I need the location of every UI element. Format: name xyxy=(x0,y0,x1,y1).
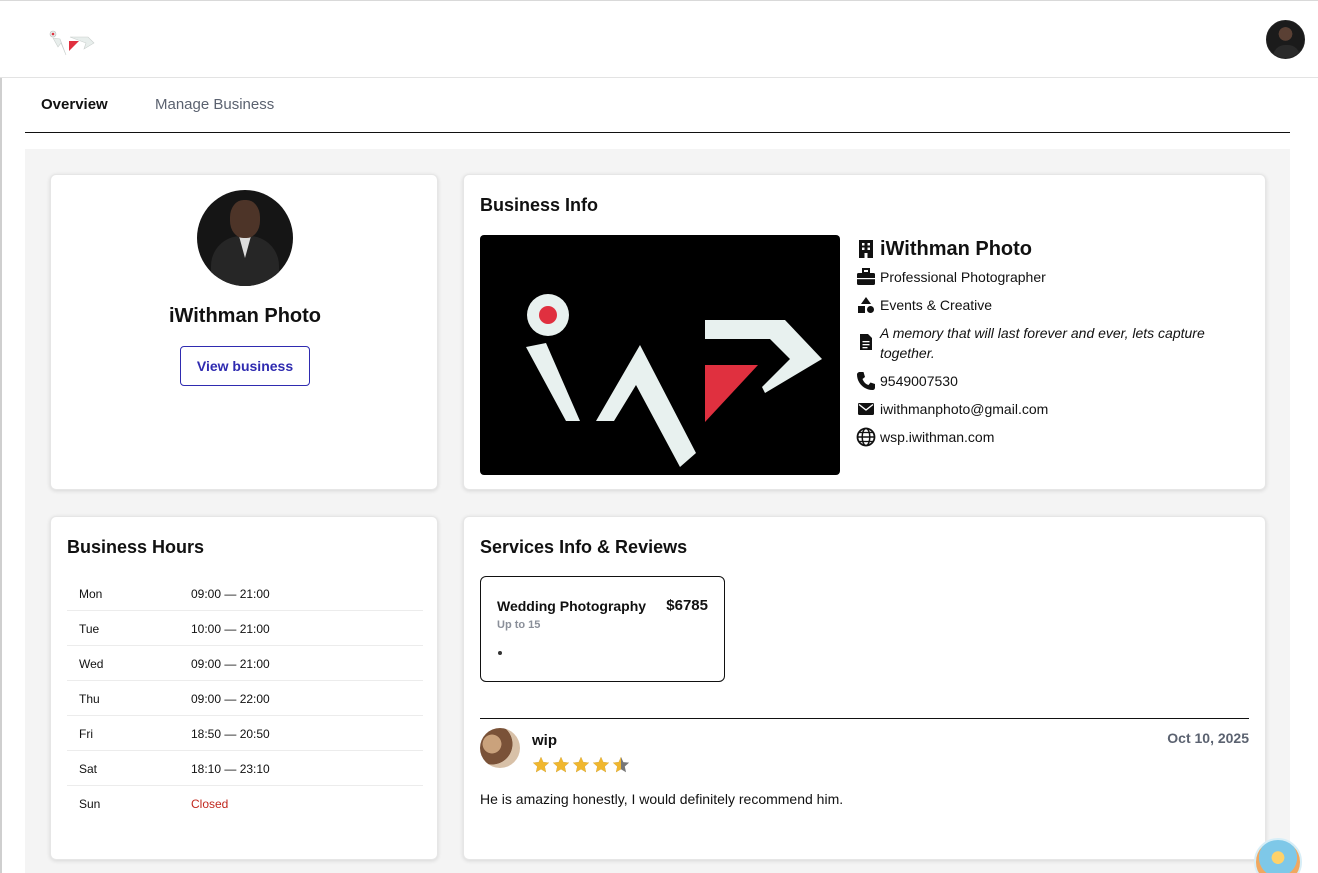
briefcase-icon xyxy=(856,267,876,287)
hours-day: Fri xyxy=(79,727,93,741)
business-subcategory-row: Events & Creative xyxy=(856,295,1251,315)
hours-time: 09:00 — 21:00 xyxy=(191,657,270,671)
business-email-row: iwithmanphoto@gmail.com xyxy=(856,399,1251,419)
profile-business-name: iWithman Photo xyxy=(168,305,322,327)
hours-row: Thu 09:00 — 22:00 xyxy=(67,681,423,716)
review-text: He is amazing honestly, I would definite… xyxy=(480,791,844,807)
services-heading: Services Info & Reviews xyxy=(480,537,688,557)
star-icon xyxy=(552,756,570,773)
business-description: A memory that will last forever and ever… xyxy=(880,325,1205,361)
review-rating xyxy=(532,756,632,774)
profile-card: iWithman Photo View business xyxy=(50,174,438,490)
user-avatar-icon[interactable] xyxy=(1266,20,1305,59)
star-icon xyxy=(592,756,610,773)
shapes-icon xyxy=(856,295,876,315)
view-business-button[interactable]: View business xyxy=(180,346,310,386)
tab-manage-business[interactable]: Manage Business xyxy=(155,96,274,113)
business-details: iWithman Photo Professional Photographer… xyxy=(856,235,1251,455)
hours-time: 18:50 — 20:50 xyxy=(191,727,270,741)
floating-assistant-button[interactable] xyxy=(1254,838,1302,873)
globe-icon xyxy=(856,427,876,447)
hours-time: 09:00 — 21:00 xyxy=(191,587,270,601)
business-email[interactable]: iwithmanphoto@gmail.com xyxy=(880,399,1048,419)
business-description-row: A memory that will last forever and ever… xyxy=(856,323,1251,363)
business-category-row: Professional Photographer xyxy=(856,267,1251,287)
business-phone-row: 9549007530 xyxy=(856,371,1251,391)
service-bullet xyxy=(498,651,502,655)
hours-day: Mon xyxy=(79,587,103,601)
business-profile-photo xyxy=(197,190,293,286)
business-hours-heading: Business Hours xyxy=(67,537,205,557)
service-card[interactable]: Wedding Photography $6785 Up to 15 xyxy=(480,576,725,682)
business-logo-image xyxy=(480,235,840,475)
hours-row: Tue 10:00 — 21:00 xyxy=(67,611,423,646)
hours-row: Sun Closed xyxy=(67,786,423,821)
iwp-logo-icon[interactable] xyxy=(46,27,98,59)
hours-row: Mon 09:00 — 21:00 xyxy=(67,576,423,611)
business-website[interactable]: wsp.iwithman.com xyxy=(880,427,994,447)
service-name: Wedding Photography xyxy=(497,598,647,614)
hours-time: 10:00 — 21:00 xyxy=(191,622,270,636)
hours-row: Sat 18:10 — 23:10 xyxy=(67,751,423,786)
business-category: Professional Photographer xyxy=(880,269,1046,285)
business-info-heading: Business Info xyxy=(480,195,599,215)
hours-day: Sun xyxy=(79,797,101,811)
business-info-card: Business Info iWithman Photo Professiona… xyxy=(463,174,1266,490)
business-name-row: iWithman Photo xyxy=(856,235,1251,263)
mail-icon xyxy=(856,399,876,419)
star-icon xyxy=(532,756,550,773)
iwp-logo-large-icon xyxy=(526,294,822,467)
review-date: Oct 10, 2025 xyxy=(1167,730,1249,746)
hours-row: Fri 18:50 — 20:50 xyxy=(67,716,423,751)
business-name: iWithman Photo xyxy=(880,238,1033,260)
window-left-edge xyxy=(0,0,2,873)
service-subtitle: Up to 15 xyxy=(497,619,541,631)
business-hours-card: Business Hours Mon 09:00 — 21:00 Tue 10:… xyxy=(50,516,438,860)
hours-day: Tue xyxy=(79,622,100,636)
reviewer-name: wip xyxy=(532,732,557,749)
reviews-divider xyxy=(480,718,1249,719)
document-icon xyxy=(856,332,876,352)
tab-bar: Overview Manage Business xyxy=(25,80,1290,133)
hours-day: Sat xyxy=(79,762,98,776)
top-bar xyxy=(0,0,1318,78)
building-icon xyxy=(856,235,876,263)
star-icon xyxy=(572,756,590,773)
services-reviews-card: Services Info & Reviews Wedding Photogra… xyxy=(463,516,1266,860)
star-icon xyxy=(612,756,630,773)
hours-row: Wed 09:00 — 21:00 xyxy=(67,646,423,681)
overview-content: iWithman Photo View business Business In… xyxy=(25,149,1290,873)
hours-day: Thu xyxy=(79,692,100,706)
business-phone[interactable]: 9549007530 xyxy=(880,371,958,391)
hours-time: 18:10 — 23:10 xyxy=(191,762,270,776)
tab-overview[interactable]: Overview xyxy=(41,96,108,113)
hours-day: Wed xyxy=(79,657,104,671)
phone-icon xyxy=(856,371,876,391)
hours-closed-status: Closed xyxy=(191,797,229,811)
hours-time: 09:00 — 22:00 xyxy=(191,692,270,706)
business-website-row: wsp.iwithman.com xyxy=(856,427,1251,447)
business-subcategory: Events & Creative xyxy=(880,297,993,313)
service-price: $6785 xyxy=(666,597,708,614)
reviewer-avatar xyxy=(480,728,520,768)
